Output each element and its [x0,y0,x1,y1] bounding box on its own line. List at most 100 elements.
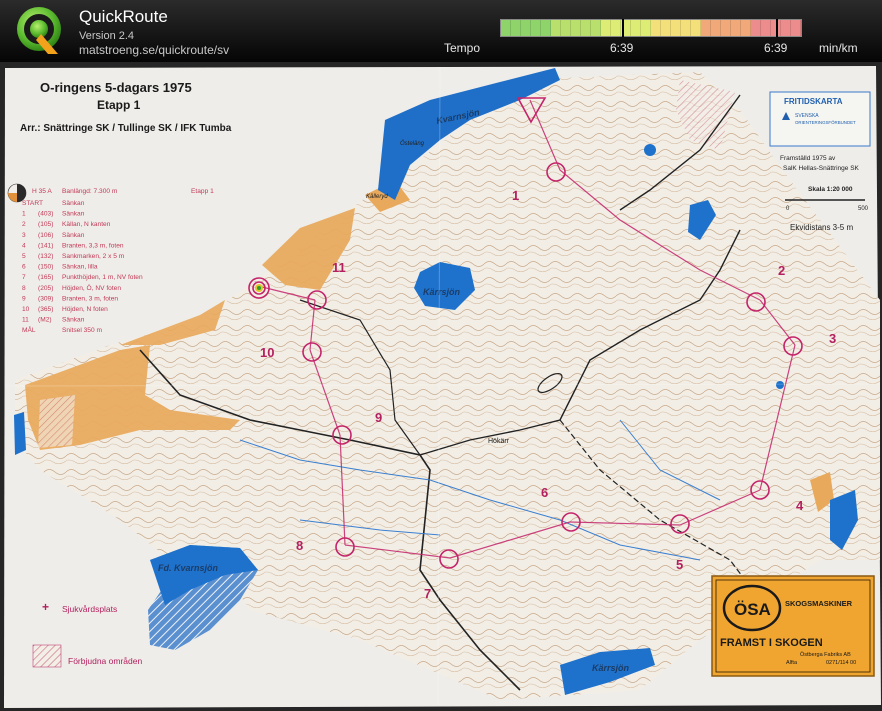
pace-right-value: 6:39 [764,41,788,55]
control-desc-code: (365) [38,306,53,313]
app-title: QuickRoute [79,7,168,26]
pace-scale-segment [781,20,791,36]
control-desc-code: (105) [38,221,53,228]
pace-scale-segment [601,20,611,36]
control-number: 10 [260,345,274,360]
pace-scale-segment [691,20,701,36]
map-viewport[interactable]: 1 2 3 4 5 6 7 8 9 10 11 Kvarnsjön Kärrsj… [0,62,882,711]
pace-scale-segment [531,20,541,36]
control-number: 7 [424,586,431,601]
control-desc-number: 11 [22,317,29,324]
control-desc-number: 4 [22,242,26,249]
control-desc-number: 6 [22,264,26,271]
title-bar: QuickRoute Version 2.4 matstroeng.se/qui… [0,0,882,62]
control-desc-text: Branten, 3,3 m, foten [62,242,124,249]
pace-label: Tempo [444,41,481,55]
ad-slogan: FRAMST I SKOGEN [720,637,823,649]
control-number: 3 [829,331,836,346]
pace-marker-right [776,19,778,37]
pace-scale-segment [561,20,571,36]
badge-title: FRITIDSKARTA [784,97,843,106]
place-label: Östeläng [400,140,425,147]
pace-scale-segment [591,20,601,36]
control-number: 8 [296,538,303,553]
pace-scale-segment [611,20,621,36]
legend-first-aid: Sjukvårdsplats [62,604,117,614]
pace-scale-segment [651,20,661,36]
control-desc-number: 9 [22,295,26,302]
control-number: 4 [796,498,804,513]
pace-scale-segment [731,20,741,36]
control-desc-number: 5 [22,253,26,260]
lake-label: Kärrsjön [423,287,461,297]
app-version: Version 2.4 [79,30,135,42]
pace-left-value: 6:39 [610,41,634,55]
course-class: H 35 A [32,188,52,195]
control-desc-text: Sänkan [62,317,85,324]
credit-line: Framställd 1975 av [780,155,836,162]
ad-sub: SKOGSMASKINER [785,599,853,608]
control-number: 11 [332,260,346,275]
lake-label: Kärrsjön [592,663,630,673]
quickroute-logo-icon [17,7,61,54]
control-desc-text: Punkthöjden, 1 m, NV foten [62,274,143,281]
scale-label: Skala 1:20 000 [808,186,853,193]
control-desc-code: (141) [38,242,53,249]
scale-500: 500 [858,206,869,212]
pace-scale-segment [541,20,551,36]
pond-1 [644,144,656,156]
control-desc-number: 8 [22,285,26,292]
control-number: 5 [676,557,683,572]
forbidden-area-west [38,395,75,448]
control-number: 2 [778,263,785,278]
badge-sub2: ORIENTERINGSFÖRBUNDET [795,120,856,125]
pace-unit: min/km [819,41,858,55]
legend-forbidden: Förbjudna områden [68,656,142,666]
control-desc-text: Sänkan [62,211,85,218]
pace-scale-segment [571,20,581,36]
control-number: 1 [512,188,519,203]
osa-advertisement: ÖSA SKOGSMASKINER FRAMST I SKOGEN Östber… [711,575,875,677]
credit-line: SalK Hellas-Snättringe SK [783,165,860,172]
orienteering-map[interactable]: 1 2 3 4 5 6 7 8 9 10 11 Kvarnsjön Kärrsj… [0,62,882,711]
map-stage: Etapp 1 [97,98,141,112]
control-desc-number: 1 [22,211,26,218]
ad-phone: 0271/114 00 [826,660,856,666]
control-desc-code: (132) [38,253,53,260]
forbidden-area-swatch [32,644,62,668]
control-desc-text: Höjden, N foten [62,306,108,313]
pace-scale-segment [741,20,751,36]
first-aid-cross-icon: + [42,600,49,614]
control-desc-code: (403) [38,211,53,218]
equidistance-label: Ekvidistans 3-5 m [790,223,853,232]
pace-scale-segment [751,20,761,36]
ad-place: Alfta [786,660,798,666]
control-desc-number: 10 [22,306,30,313]
pace-scale-segment [671,20,681,36]
pace-scale-segment [761,20,771,36]
badge-sub1: SVENSKA [795,113,819,119]
control-desc-number: 7 [22,274,26,281]
pond-2 [776,381,784,389]
pace-scale-segment [551,20,561,36]
pace-scale-segment [631,20,641,36]
fritidskarta-badge: FRITIDSKARTA SVENSKA ORIENTERINGSFÖRBUND… [769,91,871,147]
control-desc-code: (309) [38,295,53,302]
place-label: Hökärr [488,438,510,445]
pace-scale-segment [501,20,511,36]
map-title: O-ringens 5-dagars 1975 [40,80,192,95]
pace-scale-segment [681,20,691,36]
ad-brand: ÖSA [734,600,771,619]
pace-scale-segment [661,20,671,36]
control-desc-number: 2 [22,221,26,228]
lake-label: Fd. Kvarnsjön [158,563,219,573]
course-stage: Etapp 1 [191,188,214,195]
lake-west-edge [14,412,26,455]
pace-marker-left [622,19,624,37]
control-desc-text: Sankmarken, 2 x 5 m [62,253,125,260]
app-url-link[interactable]: matstroeng.se/quickroute/sv [79,43,229,57]
course-length: Banlängd: 7.300 m [62,188,118,195]
control-desc-code: (106) [38,232,53,239]
pace-scale-segment [521,20,531,36]
pace-scale-segment [581,20,591,36]
